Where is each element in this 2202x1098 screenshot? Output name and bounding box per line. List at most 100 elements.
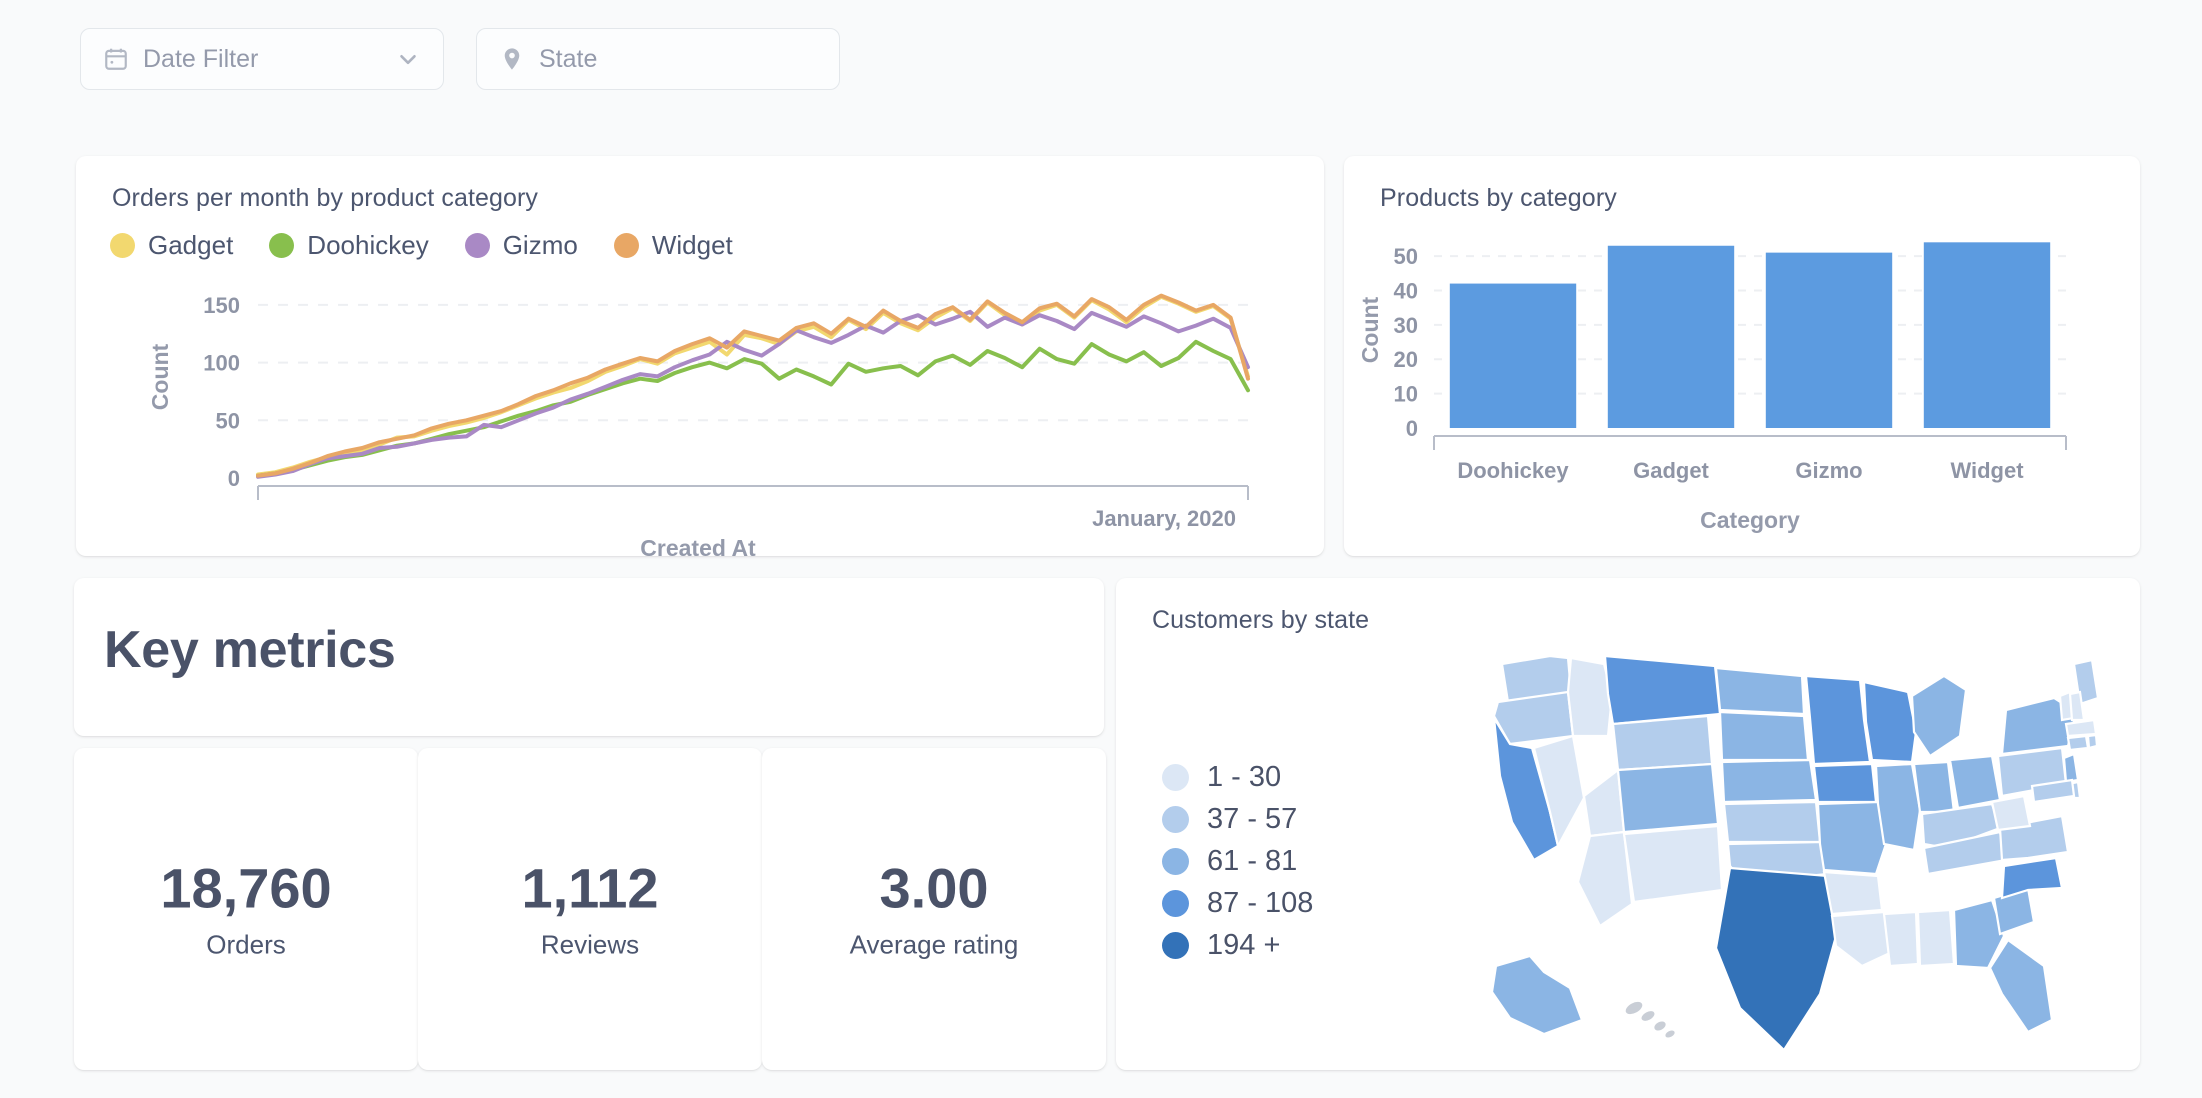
map-state-ak[interactable] xyxy=(1490,954,1584,1036)
legend-dot-gadget xyxy=(110,233,135,258)
card-orders-per-month[interactable]: Orders per month by product category Gad… xyxy=(76,156,1324,556)
map-state-oh[interactable] xyxy=(1948,754,2002,810)
scalar-value-average-rating: 3.00 xyxy=(879,856,989,920)
map-state-wv[interactable] xyxy=(1990,794,2032,832)
bar-gadget[interactable] xyxy=(1607,245,1735,428)
map-legend-swatch-1 xyxy=(1162,805,1189,833)
map-state-al[interactable] xyxy=(1916,908,1956,968)
legend-item-doohickey[interactable]: Doohickey xyxy=(269,230,429,261)
map-state-mo[interactable] xyxy=(1816,800,1888,876)
card-scalar-reviews[interactable]: 1,112 Reviews xyxy=(418,748,762,1070)
map-legend-swatch-0 xyxy=(1162,763,1189,791)
scalar-label-average-rating: Average rating xyxy=(849,929,1019,960)
map-legend-swatch-3 xyxy=(1162,889,1189,917)
map-state-ct[interactable] xyxy=(2066,734,2090,752)
scalar-label-reviews: Reviews xyxy=(540,929,640,960)
legend-item-gadget[interactable]: Gadget xyxy=(110,230,233,261)
bar-chart-plot: 0 10 20 30 40 50 Doohickey Gadget Gizmo Widget Cou… xyxy=(1357,242,2067,533)
map-state-fl[interactable] xyxy=(1988,938,2054,1034)
map-state-mi[interactable] xyxy=(1910,674,1968,758)
map-state-ms[interactable] xyxy=(1882,910,1920,968)
line-y-tick: 50 xyxy=(216,408,240,433)
bar-y-tick: 20 xyxy=(1394,347,1418,372)
map-legend: 1 - 30 37 - 57 61 - 81 87 - 108 194 + xyxy=(1162,756,1313,966)
chevron-down-icon[interactable] xyxy=(395,46,421,72)
scalar-value-orders: 18,760 xyxy=(160,856,332,920)
map-state-tx[interactable] xyxy=(1714,866,1838,1052)
card-scalar-orders[interactable]: 18,760 Orders xyxy=(74,748,418,1070)
dashboard-root: Date Filter State Orders per month by pr… xyxy=(0,0,2202,1098)
date-filter-widget[interactable]: Date Filter xyxy=(80,28,444,90)
map-state-nj[interactable] xyxy=(2062,752,2080,784)
map-state-wi[interactable] xyxy=(1862,680,1918,764)
legend-label-widget: Widget xyxy=(651,230,733,260)
legend-dot-widget xyxy=(613,233,639,258)
line-y-tick: 0 xyxy=(228,466,240,491)
map-legend-swatch-2 xyxy=(1162,847,1189,875)
map-state-la[interactable] xyxy=(1830,910,1894,968)
scalar-value-reviews: 1,112 xyxy=(521,856,659,920)
map-state-mt[interactable] xyxy=(1603,654,1722,726)
map-state-il[interactable] xyxy=(1874,762,1922,852)
map-legend-row-0[interactable]: 1 - 30 xyxy=(1162,756,1313,798)
map-state-ri[interactable] xyxy=(2086,733,2099,750)
line-series-gadget xyxy=(256,294,1250,477)
map-state-mn[interactable] xyxy=(1804,674,1872,766)
bar-x-tick-widget: Widget xyxy=(1950,458,2024,483)
map-state-ks[interactable] xyxy=(1722,800,1822,844)
bar-y-axis-title: Count xyxy=(1357,296,1383,363)
map-state-hi-island-2 xyxy=(1654,1021,1666,1031)
bar-x-tick-gizmo: Gizmo xyxy=(1795,458,1862,483)
line-series-widget xyxy=(256,293,1250,478)
legend-label-doohickey: Doohickey xyxy=(307,230,429,260)
legend-item-gizmo[interactable]: Gizmo xyxy=(464,230,578,261)
state-filter-label: State xyxy=(539,44,598,73)
map-state-ma[interactable] xyxy=(2064,718,2098,738)
map-legend-label-2: 61 - 81 xyxy=(1207,844,1298,877)
map-state-az[interactable] xyxy=(1576,830,1634,928)
map-legend-row-1[interactable]: 37 - 57 xyxy=(1162,798,1313,840)
state-filter-widget[interactable]: State xyxy=(476,28,840,90)
bar-x-axis-title: Category xyxy=(1700,507,1800,533)
legend-item-widget[interactable]: Widget xyxy=(613,230,733,261)
filter-bar: Date Filter State xyxy=(80,28,840,90)
map-state-in[interactable] xyxy=(1912,760,1956,814)
line-x-axis-title: Created At xyxy=(640,535,756,556)
line-x-tick-end: January, 2020 xyxy=(1092,506,1236,531)
map-state-sd[interactable] xyxy=(1718,710,1810,762)
line-chart-title: Orders per month by product category xyxy=(112,184,539,212)
card-products-by-category[interactable]: Products by category 0 10 20 30 40 50 Doohicke… xyxy=(1344,156,2140,556)
us-choropleth-map[interactable] xyxy=(1472,636,2112,1056)
bar-doohickey[interactable] xyxy=(1449,283,1577,428)
scalar-label-orders: Orders xyxy=(206,929,286,960)
map-state-wy[interactable] xyxy=(1611,714,1714,772)
map-legend-swatch-4 xyxy=(1162,931,1189,959)
map-state-nm[interactable] xyxy=(1622,824,1724,904)
card-scalar-average-rating[interactable]: 3.00 Average rating xyxy=(762,748,1106,1070)
map-legend-row-4[interactable]: 194 + xyxy=(1162,924,1313,966)
map-state-co[interactable] xyxy=(1616,762,1720,834)
card-key-metrics-heading[interactable]: Key metrics xyxy=(74,578,1104,736)
map-state-ar[interactable] xyxy=(1822,870,1884,916)
bar-widget[interactable] xyxy=(1923,242,2051,428)
bar-y-tick: 40 xyxy=(1394,278,1418,303)
map-state-nc[interactable] xyxy=(2000,856,2064,900)
map-legend-row-3[interactable]: 87 - 108 xyxy=(1162,882,1313,924)
card-customers-by-state[interactable]: Customers by state 1 - 30 37 - 57 61 - 81 8… xyxy=(1116,578,2140,1070)
bar-y-tick: 50 xyxy=(1394,244,1418,269)
map-title: Customers by state xyxy=(1152,606,1370,634)
map-state-hi-island-1 xyxy=(1641,1011,1655,1021)
map-state-ia[interactable] xyxy=(1812,762,1878,804)
line-chart-plot: 0 50 100 150 Count January, 2020 Created At xyxy=(147,293,1250,556)
line-y-tick: 150 xyxy=(203,293,240,318)
map-legend-row-2[interactable]: 61 - 81 xyxy=(1162,840,1313,882)
calendar-icon xyxy=(103,46,129,72)
map-state-nd[interactable] xyxy=(1714,666,1806,716)
bar-gizmo[interactable] xyxy=(1765,252,1893,428)
bar-chart-title: Products by category xyxy=(1380,184,1617,212)
legend-dot-gizmo xyxy=(464,233,490,258)
map-state-ne[interactable] xyxy=(1720,758,1818,804)
map-svg xyxy=(1490,654,2100,1052)
key-metrics-title: Key metrics xyxy=(104,621,396,679)
map-legend-label-3: 87 - 108 xyxy=(1207,886,1314,919)
